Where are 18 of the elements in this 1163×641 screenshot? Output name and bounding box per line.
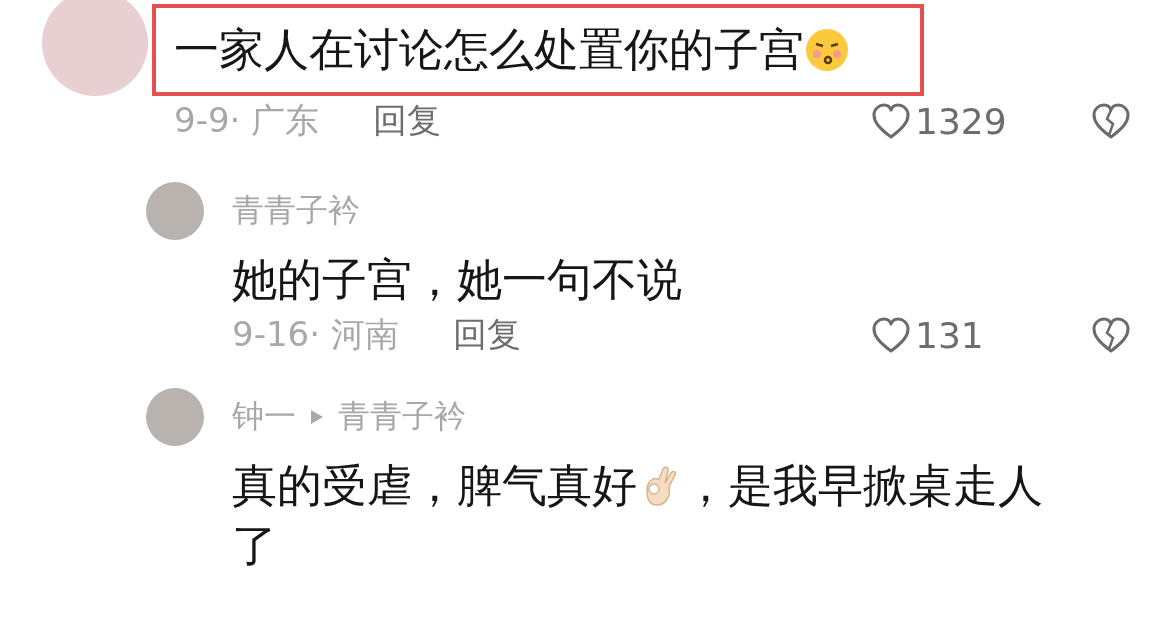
heart-icon[interactable]: [871, 316, 911, 354]
heart-icon[interactable]: [871, 102, 911, 140]
author-name[interactable]: 青青子衿: [232, 189, 360, 233]
reply-link[interactable]: 回复: [452, 312, 521, 358]
author-name[interactable]: 钟一: [232, 395, 296, 439]
emoji-face-icon: [804, 27, 850, 73]
play-arrow-icon: [310, 409, 324, 425]
like-count: 131: [915, 314, 984, 356]
like-count: 1329: [915, 100, 1007, 142]
broken-heart-icon[interactable]: [1091, 102, 1131, 140]
broken-heart-icon[interactable]: [1091, 316, 1131, 354]
date-location: 9-16· 河南: [232, 313, 399, 356]
date-location: 9-9· 广东: [174, 99, 320, 142]
comment-text: 一家人在讨论怎么处置你的子宫: [152, 4, 924, 96]
reply-text: 真的受虐，脾气真好 ，是我早掀桌走人了: [232, 458, 1044, 574]
reply-text: 她的子宫，她一句不说: [232, 252, 683, 308]
reply-link[interactable]: 回复: [373, 98, 442, 144]
reply-to-name[interactable]: 青青子衿: [338, 395, 466, 439]
